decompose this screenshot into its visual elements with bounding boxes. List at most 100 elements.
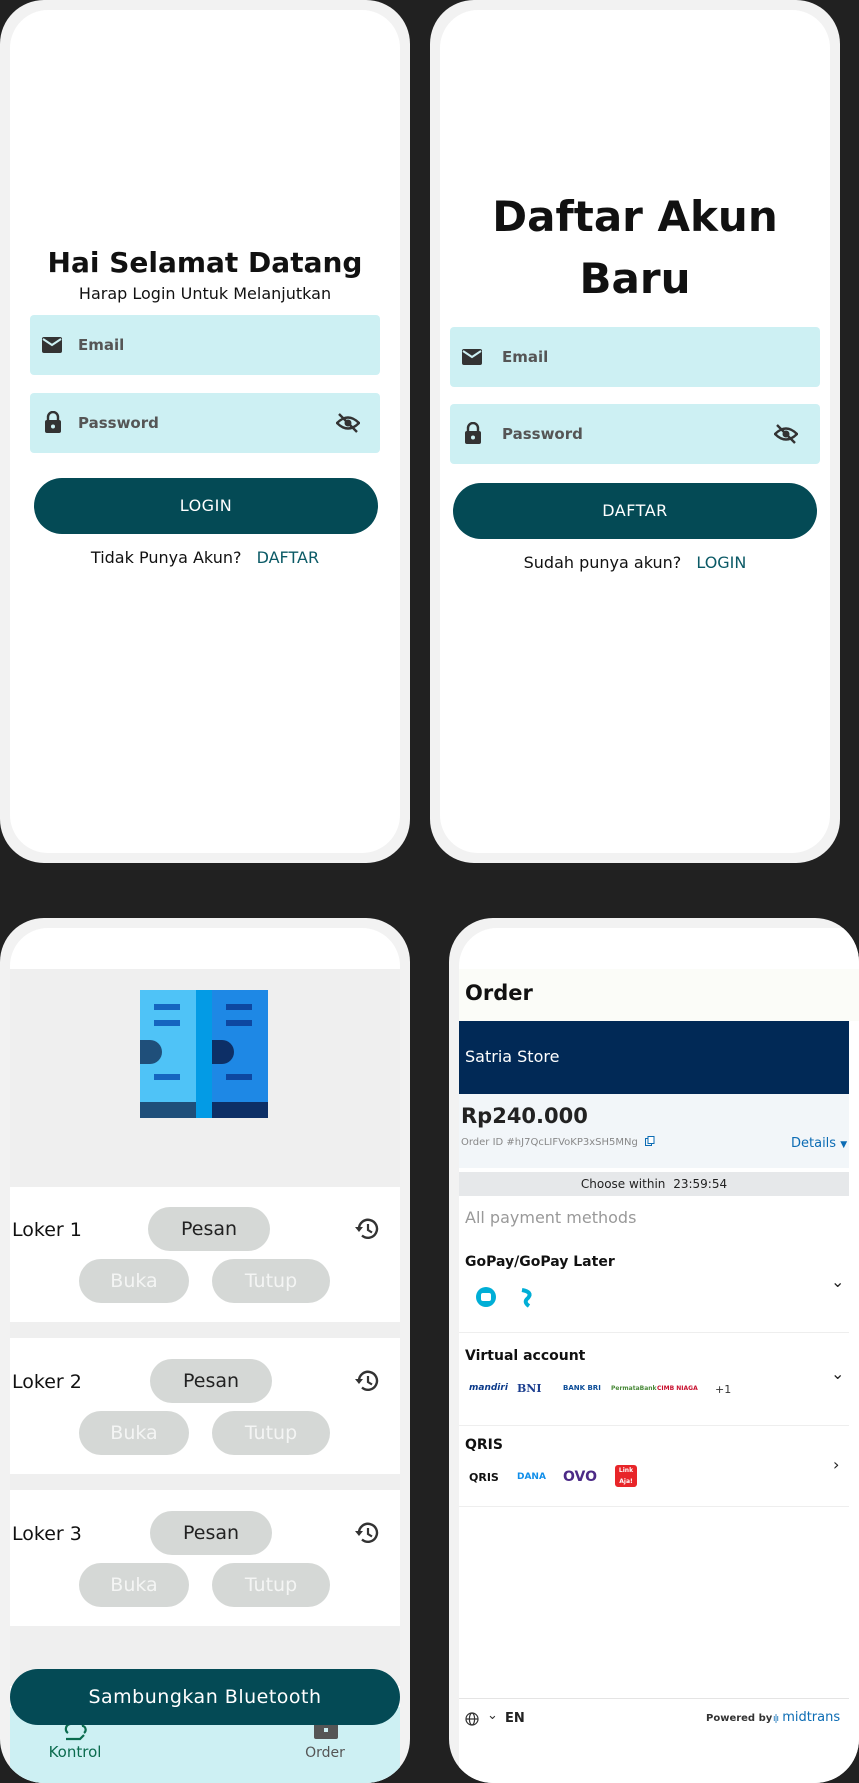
midtrans-mark-icon: ı|ı [773,1714,779,1724]
gopay-later-icon [521,1288,532,1308]
dana-logo: DANA [517,1472,546,1482]
locker-row-1: Loker 1 Pesan Buka Tutup [10,1187,400,1322]
login-phone: Hai Selamat Datang Harap Login Untuk Mel… [0,0,410,863]
countdown-bar: Choose within 23:59:54 [459,1172,849,1196]
close-button[interactable]: Tutup [212,1411,330,1455]
history-icon[interactable] [353,1521,379,1545]
gopay-icon [476,1287,496,1307]
eye-off-icon[interactable] [774,423,798,445]
locker-name: Loker 1 [12,1219,82,1241]
close-button[interactable]: Tutup [212,1563,330,1607]
register-link[interactable]: DAFTAR [257,548,320,567]
order-footer: ⌄ EN Powered by ı|ı midtrans [459,1698,849,1739]
caret-down-icon: ▼ [840,1140,848,1150]
locker-name: Loker 2 [12,1371,82,1393]
locker-image-area [10,969,400,1187]
method-name: QRIS [465,1437,503,1453]
midtrans-logo: ı|ı midtrans [773,1710,840,1725]
powered-by-text: Powered by [706,1713,773,1724]
login-link[interactable]: LOGIN [696,553,746,572]
copy-icon[interactable] [645,1136,655,1146]
register-button[interactable]: DAFTAR [453,483,817,539]
chevron-right-icon: › [833,1455,840,1474]
lock-icon [45,411,61,433]
locker-cabinet-icon [140,990,268,1118]
password-field[interactable]: Password [30,393,380,453]
login-button[interactable]: LOGIN [34,478,378,534]
register-screen: Daftar Akun Baru Email Password DAFTAR S… [440,10,830,853]
open-button[interactable]: Buka [79,1259,189,1303]
register-prompt: Tidak Punya Akun? DAFTAR [10,548,400,567]
all-methods-heading: All payment methods [465,1208,637,1227]
eye-off-icon[interactable] [336,412,360,434]
ovo-logo: OVO [563,1469,598,1485]
order-button[interactable]: Pesan [148,1207,270,1251]
email-placeholder: Email [78,336,125,354]
order-header: Order [459,969,859,1021]
login-prompt: Sudah punya akun? LOGIN [440,553,830,572]
locker-row-3: Loker 3 Pesan Buka Tutup [10,1490,400,1626]
login-title: Hai Selamat Datang [47,246,363,279]
order-button[interactable]: Pesan [150,1511,272,1555]
login-subtitle: Harap Login Untuk Melanjutkan [78,284,332,303]
linkaja-logo: Link Aja! [615,1465,637,1487]
amount-section: Rp240.000 Order ID #hJ7QcLIFVoKP3xSH5MNg… [459,1094,849,1168]
login-screen: Hai Selamat Datang Harap Login Untuk Mel… [10,10,400,853]
mail-icon [42,337,62,353]
order-button[interactable]: Pesan [150,1359,272,1403]
payment-method-qris[interactable]: QRIS QRIS DANA OVO Link Aja! › [459,1425,849,1507]
row-separator [10,1322,400,1338]
choose-within-text: Choose within [580,1177,666,1191]
control-phone: Loker 1 Pesan Buka Tutup Loker 2 Pesan B… [0,918,410,1783]
bri-logo: BANK BRI [563,1384,601,1392]
register-title-line1: Daftar Akun [492,192,778,241]
order-phone: Order Satria Store Rp240.000 Order ID #h… [449,918,859,1783]
bluetooth-button[interactable]: Sambungkan Bluetooth [10,1669,400,1725]
bni-logo: BNI [517,1382,542,1395]
method-name: Virtual account [465,1348,586,1364]
lock-icon [465,422,481,444]
nav-label: Kontrol [48,1743,102,1761]
register-phone: Daftar Akun Baru Email Password DAFTAR S… [430,0,840,863]
control-screen: Loker 1 Pesan Buka Tutup Loker 2 Pesan B… [10,928,400,1783]
history-icon[interactable] [353,1369,379,1393]
open-button[interactable]: Buka [79,1411,189,1455]
countdown-timer: 23:59:54 [673,1177,728,1191]
method-name: GoPay/GoPay Later [465,1254,615,1270]
close-button[interactable]: Tutup [212,1259,330,1303]
language-selector[interactable]: EN [505,1711,525,1726]
register-title-line2: Baru [579,254,691,303]
history-icon[interactable] [353,1217,379,1241]
details-text: Details [791,1136,837,1151]
open-button[interactable]: Buka [79,1563,189,1607]
email-placeholder: Email [502,348,549,366]
password-placeholder: Password [78,414,159,432]
chevron-down-icon: ⌄ [831,1364,845,1383]
order-amount: Rp240.000 [461,1104,588,1128]
more-banks-count: +1 [715,1383,732,1396]
payment-method-virtual-account[interactable]: Virtual account mandiri BNI BANK BRI Per… [459,1332,849,1426]
payment-method-gopay[interactable]: GoPay/GoPay Later ⌄ [459,1238,849,1333]
email-field[interactable]: Email [30,315,380,375]
password-placeholder: Password [502,425,583,443]
locker-name: Loker 3 [12,1523,82,1545]
store-name: Satria Store [465,1047,560,1066]
store-bar: Satria Store [459,1021,849,1094]
register-email-field[interactable]: Email [450,327,820,387]
no-account-text: Tidak Punya Akun? [90,548,242,567]
chevron-down-icon: ⌄ [831,1272,845,1291]
chevron-down-icon[interactable]: ⌄ [487,1708,498,1723]
cimb-logo: CIMB NIAGA [657,1385,698,1392]
order-id: Order ID #hJ7QcLIFVoKP3xSH5MNg [461,1136,655,1148]
mandiri-logo: mandiri [469,1383,508,1393]
row-separator [10,1474,400,1490]
locker-row-2: Loker 2 Pesan Buka Tutup [10,1338,400,1474]
order-screen: Order Satria Store Rp240.000 Order ID #h… [459,928,859,1783]
have-account-text: Sudah punya akun? [523,553,682,572]
register-password-field[interactable]: Password [450,404,820,464]
globe-icon[interactable] [465,1712,479,1726]
nav-label: Order [305,1745,345,1761]
order-id-text: Order ID #hJ7QcLIFVoKP3xSH5MNg [461,1137,638,1148]
details-link[interactable]: Details ▼ [791,1136,847,1151]
mail-icon [462,349,482,365]
